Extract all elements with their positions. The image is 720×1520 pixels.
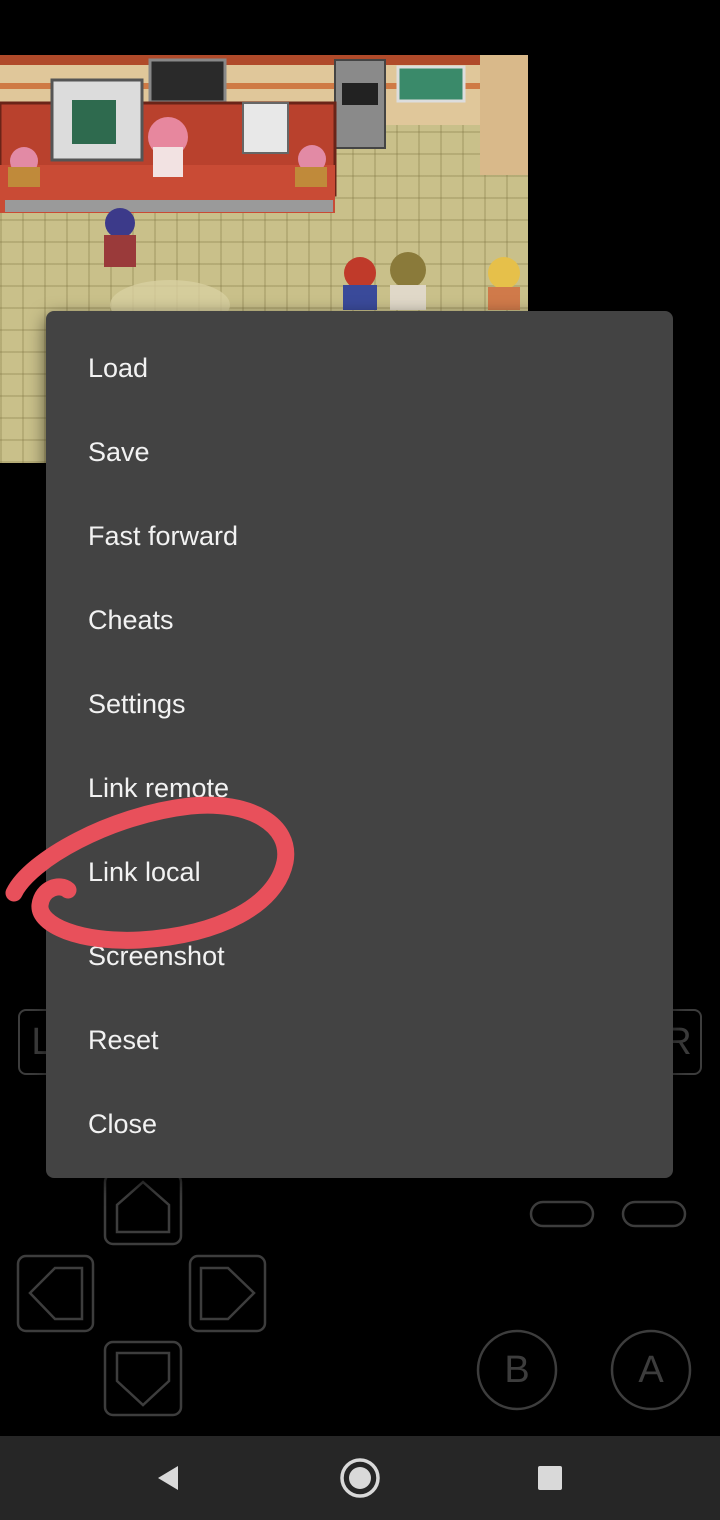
menu-item-label: Cheats [88,604,174,635]
menu-item-link-remote[interactable]: Link remote [46,746,673,830]
b-button-label: B [504,1348,530,1391]
menu-item-load[interactable]: Load [46,326,673,410]
menu-item-screenshot[interactable]: Screenshot [46,914,673,998]
menu-item-link-local[interactable]: Link local [46,830,673,914]
menu-item-label: Reset [88,1024,159,1055]
arrow-down-icon [115,1351,171,1407]
emulator-menu: Load Save Fast forward Cheats Settings L… [46,311,673,1178]
nav-home-button[interactable] [310,1436,410,1520]
menu-item-label: Save [88,436,150,467]
menu-item-label: Close [88,1108,158,1139]
nav-recents-button[interactable] [500,1436,600,1520]
menu-item-save[interactable]: Save [46,410,673,494]
menu-item-label: Screenshot [88,940,225,971]
menu-item-cheats[interactable]: Cheats [46,578,673,662]
dpad-left-button[interactable] [16,1254,95,1333]
system-navigation-bar [0,1436,720,1520]
menu-item-label: Settings [88,688,186,719]
arrow-up-icon [115,1180,171,1234]
menu-item-label: Link remote [88,772,230,803]
menu-item-label: Link local [88,856,201,887]
arrow-right-icon [199,1266,256,1321]
menu-item-close[interactable]: Close [46,1082,673,1166]
dpad-up-button[interactable] [103,1172,183,1246]
back-icon [158,1466,178,1490]
menu-item-settings[interactable]: Settings [46,662,673,746]
recents-icon [538,1466,562,1490]
menu-item-label: Fast forward [88,520,239,551]
menu-item-fast-forward[interactable]: Fast forward [46,494,673,578]
a-button-label: A [638,1348,664,1391]
select-button[interactable] [529,1200,595,1228]
dpad-right-button[interactable] [188,1254,267,1333]
start-button[interactable] [621,1200,687,1228]
menu-item-reset[interactable]: Reset [46,998,673,1082]
menu-item-label: Load [88,352,149,383]
arrow-left-icon [28,1266,84,1321]
dpad-down-button[interactable] [103,1340,183,1417]
nav-back-button[interactable] [118,1436,218,1520]
home-icon [340,1458,380,1498]
